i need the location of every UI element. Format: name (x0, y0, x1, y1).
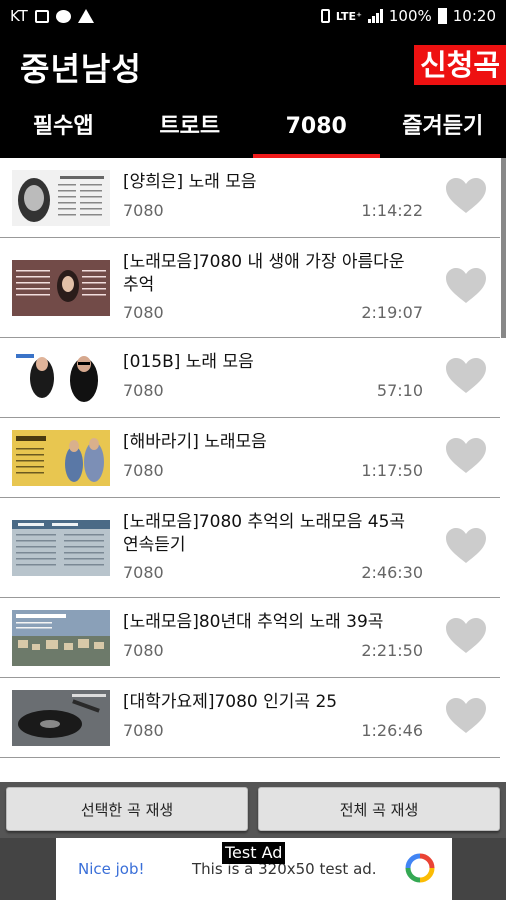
favorite-heart-icon[interactable] (446, 178, 486, 214)
song-title: [대학가요제]7080 인기곡 25 (123, 692, 338, 712)
play-selected-button[interactable]: 선택한 곡 재생 (6, 787, 248, 831)
favorite-heart-icon[interactable] (446, 698, 486, 734)
image-notification-icon (34, 9, 49, 23)
song-category: 7080 (123, 563, 164, 582)
ad-nice-text: Nice job! (78, 860, 145, 878)
status-bar: KT LTE⁺ 100% 10:20 (0, 0, 506, 32)
song-duration: 2:19:07 (361, 303, 423, 322)
song-thumbnail (12, 520, 110, 576)
song-title: [015B] 노래 모음 (123, 352, 254, 372)
song-thumbnail (12, 690, 110, 746)
signal-icon (367, 9, 383, 23)
song-list-item[interactable]: [노래모음]7080 추억의 노래모음 45곡 연속듣기 7080 2:46:3… (0, 498, 500, 598)
song-duration: 1:26:46 (361, 721, 423, 740)
song-category: 7080 (123, 201, 164, 220)
song-thumbnail (12, 610, 110, 666)
app-bar: 중년남성 신청곡 (0, 32, 506, 102)
tab-favorites[interactable]: 즐겨듣기 (380, 102, 506, 158)
network-type: LTE⁺ (335, 9, 362, 23)
song-category: 7080 (123, 641, 164, 660)
warning-icon (77, 9, 94, 23)
ad-logo-icon (405, 853, 435, 883)
song-category: 7080 (123, 461, 164, 480)
song-list[interactable]: [양희은] 노래 모음 7080 1:14:22 [노래모음]7080 내 생애… (0, 158, 506, 782)
song-list-item[interactable]: [대학가요제]7080 인기곡 25 7080 1:26:46 (0, 678, 500, 758)
play-button-bar: 선택한 곡 재생 전체 곡 재생 (0, 782, 506, 838)
favorite-heart-icon[interactable] (446, 618, 486, 654)
song-title: [노래모음]7080 내 생애 가장 아름다운 추억 (123, 252, 405, 295)
song-thumbnail (12, 170, 110, 226)
song-title: [노래모음]7080 추억의 노래모음 45곡 연속듣기 (123, 512, 406, 555)
tab-essential-apps[interactable]: 필수앱 (0, 102, 127, 158)
tab-trot[interactable]: 트로트 (127, 102, 254, 158)
favorite-heart-icon[interactable] (446, 358, 486, 394)
favorite-heart-icon[interactable] (446, 438, 486, 474)
song-category: 7080 (123, 303, 164, 322)
song-category: 7080 (123, 381, 164, 400)
song-list-item[interactable]: [노래모음]80년대 추억의 노래 39곡 7080 2:21:50 (0, 598, 500, 678)
song-thumbnail (12, 430, 110, 486)
song-title: [노래모음]80년대 추억의 노래 39곡 (123, 612, 384, 632)
song-duration: 1:17:50 (361, 461, 423, 480)
song-thumbnail (12, 260, 110, 316)
song-title: [해바라기] 노래모음 (123, 432, 267, 452)
song-category: 7080 (123, 721, 164, 740)
song-list-item[interactable]: [해바라기] 노래모음 7080 1:17:50 (0, 418, 500, 498)
request-song-button[interactable]: 신청곡 (413, 45, 506, 85)
favorite-heart-icon[interactable] (446, 268, 486, 304)
favorite-heart-icon[interactable] (446, 528, 486, 564)
song-list-item[interactable]: [노래모음]7080 내 생애 가장 아름다운 추억 7080 2:19:07 (0, 238, 500, 338)
chat-notification-icon (55, 9, 71, 23)
test-ad-badge: Test Ad (222, 842, 286, 864)
song-duration: 57:10 (376, 381, 423, 400)
play-all-button[interactable]: 전체 곡 재생 (258, 787, 500, 831)
app-title: 중년남성 (20, 50, 142, 88)
vibrate-icon (320, 9, 330, 23)
song-list-item[interactable]: [015B] 노래 모음 7080 57:10 (0, 338, 500, 418)
song-title: [양희은] 노래 모음 (123, 172, 257, 192)
song-duration: 1:14:22 (361, 201, 423, 220)
clock: 10:20 (452, 7, 496, 25)
list-scrollbar[interactable] (501, 158, 506, 338)
song-list-item[interactable]: [양희은] 노래 모음 7080 1:14:22 (0, 158, 500, 238)
tab-bar: 필수앱 트로트 7080 즐겨듣기 (0, 102, 506, 158)
song-thumbnail (12, 350, 110, 406)
carrier-label: KT (10, 7, 28, 25)
battery-percent: 100% (388, 7, 432, 25)
battery-icon (437, 8, 447, 24)
song-duration: 2:46:30 (361, 563, 423, 582)
song-duration: 2:21:50 (361, 641, 423, 660)
tab-7080[interactable]: 7080 (253, 102, 380, 158)
